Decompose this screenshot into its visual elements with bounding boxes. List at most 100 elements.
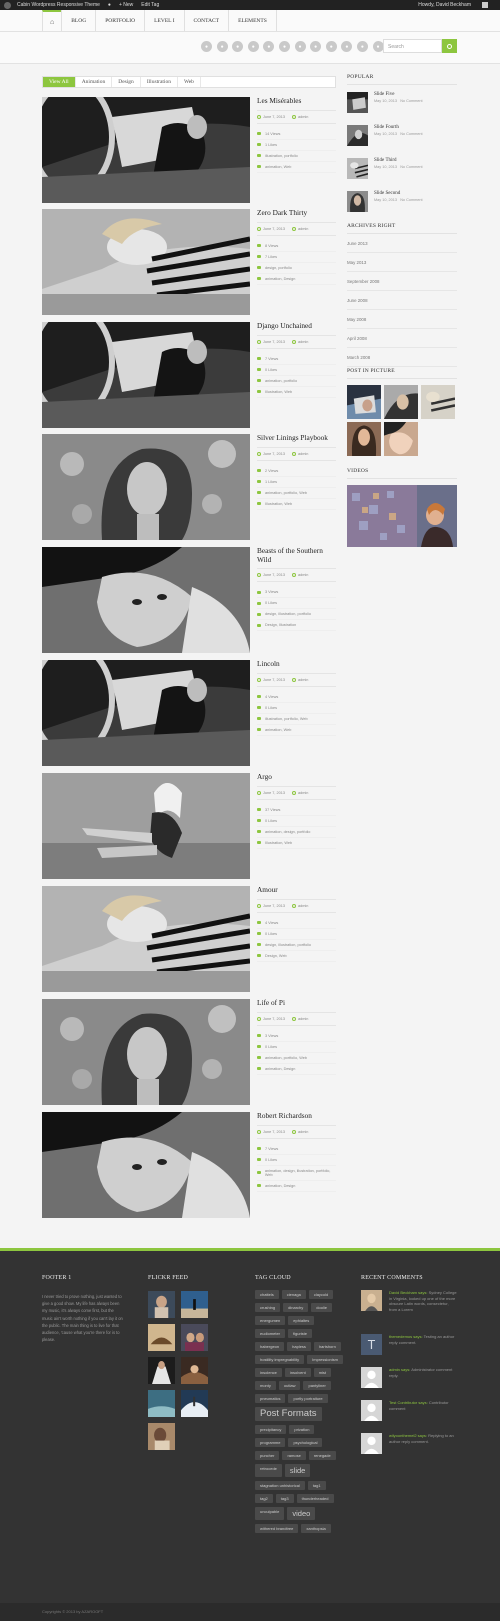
tag-link[interactable]: slide bbox=[284, 1464, 311, 1477]
popular-item[interactable]: Slide Five May 10, 2013 No Comment bbox=[347, 92, 457, 113]
tag-link[interactable]: claycold bbox=[308, 1290, 334, 1299]
post-image[interactable] bbox=[42, 97, 250, 203]
flickr-photo[interactable] bbox=[148, 1324, 175, 1351]
post-image[interactable] bbox=[42, 660, 250, 766]
flickr-photo[interactable] bbox=[148, 1390, 175, 1417]
tag-link[interactable]: energumen bbox=[255, 1316, 286, 1325]
pinterest-icon[interactable]: ● bbox=[310, 41, 322, 52]
popular-item[interactable]: Slide Third May 10, 2013 No Comment bbox=[347, 158, 457, 179]
tag-link[interactable]: crushing bbox=[255, 1303, 281, 1312]
pip-thumb[interactable] bbox=[347, 385, 381, 419]
tag-link[interactable]: habergeon bbox=[255, 1342, 285, 1351]
post-image[interactable] bbox=[42, 1112, 250, 1218]
archive-link[interactable]: April 2008 bbox=[347, 329, 457, 348]
tag-link[interactable]: puncher bbox=[255, 1451, 280, 1460]
post-author[interactable]: admin bbox=[298, 227, 308, 231]
tag-link[interactable]: thunderheaded bbox=[296, 1494, 334, 1503]
popular-title[interactable]: Slide Third bbox=[374, 158, 423, 163]
post-title[interactable]: Zero Dark Thirty bbox=[257, 208, 336, 223]
tag-link[interactable]: tag3 bbox=[275, 1494, 294, 1503]
post-likes[interactable]: 0 Likes bbox=[257, 816, 336, 827]
filter-view-all[interactable]: View All bbox=[43, 77, 76, 87]
popular-thumb[interactable] bbox=[347, 191, 368, 212]
flickr-photo[interactable] bbox=[148, 1423, 175, 1450]
search-button[interactable] bbox=[442, 39, 457, 53]
categories-text[interactable]: Design, Web bbox=[265, 954, 287, 958]
tag-link[interactable]: hapless bbox=[287, 1342, 311, 1351]
post-image[interactable] bbox=[42, 547, 250, 653]
comment-author[interactable]: themedemos says: bbox=[389, 1334, 423, 1339]
post-title[interactable]: Lincoln bbox=[257, 659, 336, 674]
tag-link[interactable]: unculpable bbox=[255, 1507, 285, 1520]
popular-thumb[interactable] bbox=[347, 125, 368, 146]
twitter-icon[interactable]: ● bbox=[232, 41, 244, 52]
home-nav-button[interactable]: ⌂ bbox=[42, 10, 62, 31]
tag-link[interactable]: doolie bbox=[311, 1303, 332, 1312]
post-title[interactable]: Beasts of the Southern Wild bbox=[257, 546, 336, 569]
flickr-photo[interactable] bbox=[148, 1357, 175, 1384]
tags-text[interactable]: design, illustration, portfolio bbox=[265, 943, 311, 947]
popular-comments[interactable]: No Comment bbox=[400, 132, 422, 136]
tag-link[interactable]: xanthopsia bbox=[301, 1524, 331, 1533]
post-title[interactable]: Robert Richardson bbox=[257, 1111, 336, 1126]
categories-text[interactable]: animation, Design bbox=[265, 1184, 295, 1188]
tags-text[interactable]: animation, design, illustration, portfol… bbox=[265, 1169, 336, 1177]
tag-link[interactable]: portly portraiture bbox=[288, 1394, 328, 1403]
post-likes[interactable]: 7 Likes bbox=[257, 252, 336, 263]
tag-link[interactable]: tag2 bbox=[255, 1494, 273, 1503]
popular-comments[interactable]: No Comment bbox=[400, 165, 422, 169]
filter-animation[interactable]: Animation bbox=[76, 77, 113, 87]
nav-item-elements[interactable]: ELEMENTS bbox=[228, 10, 277, 31]
tag-link[interactable]: programme bbox=[255, 1438, 286, 1447]
post-image[interactable] bbox=[42, 999, 250, 1105]
tag-link[interactable]: insolvent bbox=[284, 1368, 311, 1377]
tag-link[interactable]: video bbox=[287, 1507, 316, 1520]
tag-link[interactable]: mist bbox=[313, 1368, 332, 1377]
popular-thumb[interactable] bbox=[347, 158, 368, 179]
youtube-icon[interactable]: ● bbox=[325, 41, 337, 52]
archive-link[interactable]: June 2008 bbox=[347, 291, 457, 310]
post-image[interactable] bbox=[42, 434, 250, 540]
tags-text[interactable]: animation, portfolio, Web bbox=[265, 491, 307, 495]
tag-link[interactable]: retrocede bbox=[255, 1464, 282, 1477]
post-author[interactable]: admin bbox=[298, 904, 308, 908]
flickr-icon[interactable]: ● bbox=[278, 41, 290, 52]
categories-text[interactable]: Illustration, Web bbox=[265, 841, 292, 845]
tag-link[interactable]: hartshorn bbox=[313, 1342, 341, 1351]
facebook-icon[interactable]: ● bbox=[216, 41, 228, 52]
tag-link[interactable]: figuriste bbox=[288, 1329, 313, 1338]
categories-text[interactable]: animation, Web bbox=[265, 728, 291, 732]
tag-link[interactable]: tag1 bbox=[307, 1481, 326, 1490]
google-plus-icon[interactable]: ● bbox=[263, 41, 275, 52]
popular-item[interactable]: Slide Fourth May 10, 2013 No Comment bbox=[347, 125, 457, 146]
tag-link[interactable]: chattels bbox=[255, 1290, 279, 1299]
filter-design[interactable]: Design bbox=[112, 77, 141, 87]
tag-link[interactable]: Impressionism bbox=[307, 1355, 343, 1364]
tag-link[interactable]: insolence bbox=[255, 1368, 282, 1377]
post-author[interactable]: admin bbox=[298, 115, 308, 119]
post-image[interactable] bbox=[42, 209, 250, 315]
tags-text[interactable]: design, illustration, portfolio bbox=[265, 612, 311, 616]
filter-illustration[interactable]: Illustration bbox=[141, 77, 178, 87]
nav-item-portfolio[interactable]: PORTFOLIO bbox=[95, 10, 144, 31]
post-title[interactable]: Life of Pi bbox=[257, 998, 336, 1013]
tags-text[interactable]: animation, portfolio, Web bbox=[265, 1056, 307, 1060]
tag-link[interactable]: dinarchy bbox=[283, 1303, 309, 1312]
filter-web[interactable]: Web bbox=[178, 77, 201, 87]
pip-thumb[interactable] bbox=[347, 422, 381, 456]
post-title[interactable]: Silver Linings Playbook bbox=[257, 433, 336, 448]
post-likes[interactable]: 0 Likes bbox=[257, 1042, 336, 1053]
post-title[interactable]: Amour bbox=[257, 885, 336, 900]
comment-icon[interactable]: ● bbox=[108, 2, 111, 8]
popular-title[interactable]: Slide Fourth bbox=[374, 125, 423, 130]
admin-bar-edit-tag[interactable]: Edit Tag bbox=[141, 2, 159, 8]
tag-link[interactable]: hostility impregnability bbox=[255, 1355, 305, 1364]
tag-link[interactable]: renegade bbox=[308, 1451, 336, 1460]
popular-comments[interactable]: No Comment bbox=[400, 198, 422, 202]
tag-link[interactable]: outlaw bbox=[278, 1381, 301, 1390]
tag-link[interactable]: pantyliner bbox=[303, 1381, 331, 1390]
flickr-photo[interactable] bbox=[181, 1390, 208, 1417]
flickr-photo[interactable] bbox=[148, 1291, 175, 1318]
tag-link[interactable]: Post Formats bbox=[255, 1407, 322, 1421]
post-title[interactable]: Les Misérables bbox=[257, 96, 336, 111]
